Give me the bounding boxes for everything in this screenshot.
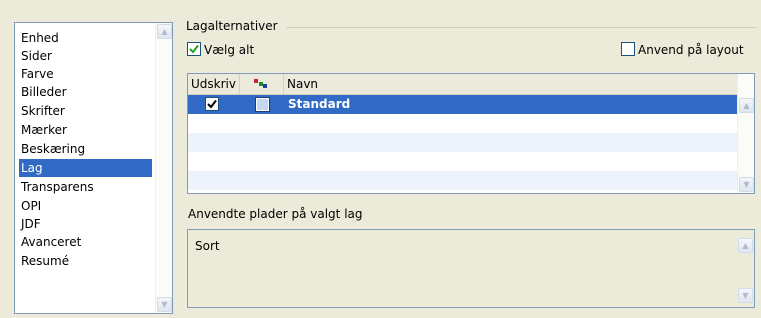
checkmark-icon xyxy=(189,44,199,54)
layer-color-icon xyxy=(254,79,267,88)
checkmark-icon xyxy=(207,99,217,109)
scroll-up-icon[interactable]: ▲ xyxy=(738,238,753,253)
scroll-down-icon[interactable]: ▼ xyxy=(157,297,172,312)
plate-item: Sort xyxy=(195,239,220,253)
table-row xyxy=(188,114,737,133)
category-list-scrollbar[interactable]: ▲ ▼ xyxy=(155,23,172,313)
scroll-up-icon[interactable]: ▲ xyxy=(157,24,172,39)
print-layer-checkbox[interactable] xyxy=(205,97,219,111)
table-row xyxy=(188,171,737,190)
plates-label: Anvendte plader på valgt lag xyxy=(188,207,363,221)
category-item-beskaering[interactable]: Beskæring xyxy=(19,140,152,158)
table-row xyxy=(188,152,737,171)
category-item-avanceret[interactable]: Avanceret xyxy=(19,233,152,251)
scroll-down-icon[interactable]: ▼ xyxy=(738,288,753,303)
table-row xyxy=(188,133,737,152)
select-all-checkbox[interactable] xyxy=(187,42,201,56)
layer-table-header: Udskriv Navn xyxy=(188,74,737,95)
category-item-opi[interactable]: OPI xyxy=(19,197,152,215)
scroll-up-icon[interactable]: ▲ xyxy=(739,98,754,113)
column-header-color[interactable] xyxy=(240,74,284,94)
category-item-skrifter[interactable]: Skrifter xyxy=(19,102,152,120)
category-item-billeder[interactable]: Billeder xyxy=(19,83,152,101)
plates-list[interactable]: Sort ▲ ▼ xyxy=(187,229,755,308)
table-row[interactable]: Standard xyxy=(188,95,737,114)
select-all-label[interactable]: Vælg alt xyxy=(204,42,254,58)
column-header-print[interactable]: Udskriv xyxy=(188,74,240,94)
category-item-sider[interactable]: Sider xyxy=(19,47,152,65)
category-item-enhed[interactable]: Enhed xyxy=(19,29,152,47)
category-item-jdf[interactable]: JDF xyxy=(19,215,152,233)
apply-to-layout-checkbox[interactable] xyxy=(621,42,635,56)
scroll-down-icon[interactable]: ▼ xyxy=(739,177,754,192)
layer-options-title: Lagalternativer xyxy=(186,19,278,33)
layer-table[interactable]: Udskriv Navn Standard ▲ ▼ xyxy=(187,73,755,194)
apply-to-layout-label[interactable]: Anvend på layout xyxy=(638,42,744,58)
column-header-name[interactable]: Navn xyxy=(284,74,737,94)
plates-scrollbar[interactable]: ▲ ▼ xyxy=(737,230,754,307)
category-item-resume[interactable]: Resumé xyxy=(19,252,152,270)
layer-table-scrollbar[interactable]: ▲ ▼ xyxy=(737,74,754,193)
category-item-farve[interactable]: Farve xyxy=(19,65,152,83)
layer-name: Standard xyxy=(288,97,351,111)
category-item-transparens[interactable]: Transparens xyxy=(19,178,152,196)
layer-color-swatch xyxy=(255,97,270,112)
category-item-lag[interactable]: Lag xyxy=(19,159,152,177)
category-item-maerker[interactable]: Mærker xyxy=(19,121,152,139)
group-divider xyxy=(286,27,757,28)
category-list[interactable]: Enhed Sider Farve Billeder Skrifter Mærk… xyxy=(14,22,173,314)
